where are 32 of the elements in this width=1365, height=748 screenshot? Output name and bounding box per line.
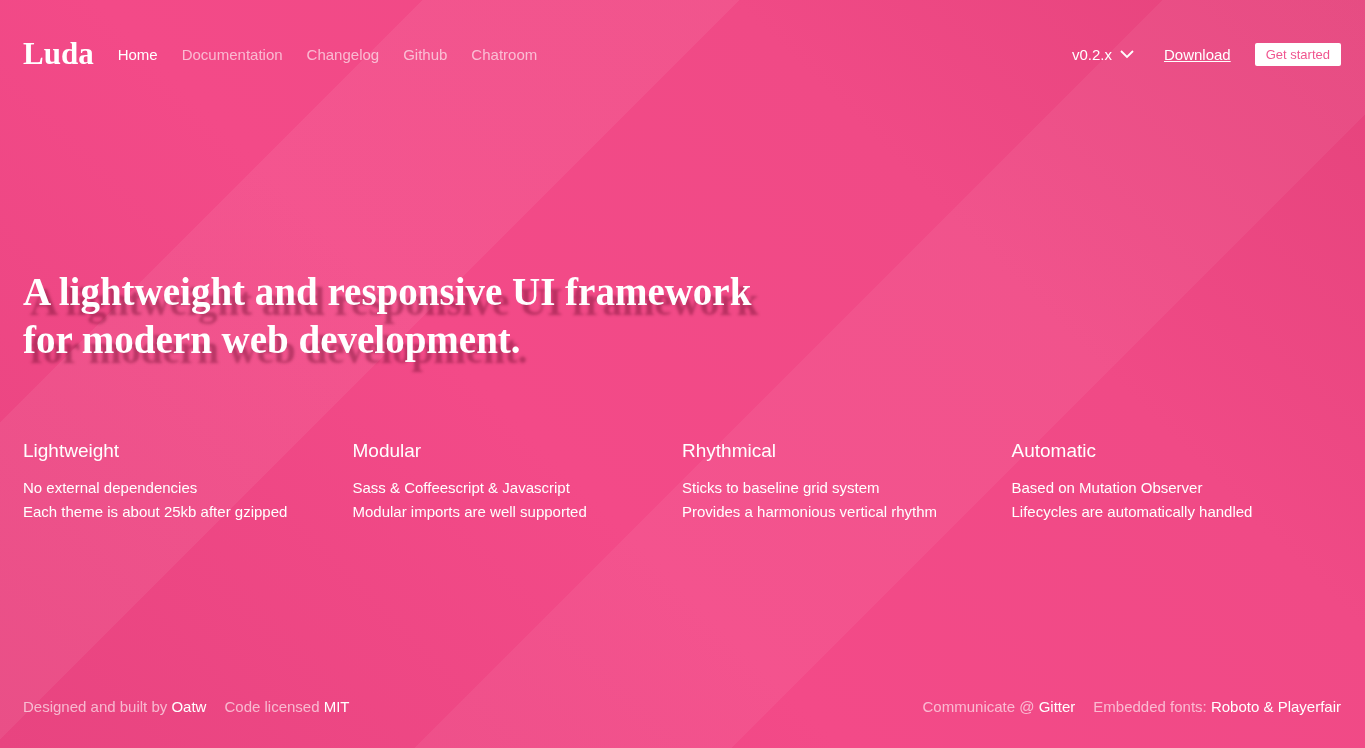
nav-link[interactable]: Documentation [181, 45, 283, 63]
version-dropdown[interactable]: v0.2.x [1071, 45, 1134, 63]
headline: A lightweight and responsive UI framework [23, 269, 753, 316]
logo[interactable]: Luda [23, 36, 94, 72]
footer-link[interactable]: Gitter [1038, 698, 1076, 715]
footer-text: Code licensed MIT [224, 698, 350, 715]
headline: for modern web development. [23, 317, 522, 364]
feature-description: Sticks to baseline grid system [682, 478, 881, 498]
feature-title: Rhythmical [682, 440, 777, 462]
feature-description: Each theme is about 25kb after gzipped [23, 502, 289, 522]
footer-link[interactable]: MIT [323, 698, 350, 715]
feature-description: Lifecycles are automatically handled [1011, 502, 1254, 522]
footer-text: Communicate @ Gitter [922, 698, 1076, 715]
footer-text: Embedded fonts: Roboto & Playerfair [1093, 698, 1341, 715]
nav-link[interactable]: Chatroom [471, 45, 538, 63]
footer-link[interactable]: Oatw [171, 698, 207, 715]
feature-description: Modular imports are well supported [352, 502, 588, 522]
feature-title: Modular [352, 440, 423, 462]
footer-link[interactable]: Roboto & Playerfair [1210, 698, 1341, 715]
feature-description: No external dependencies [23, 478, 199, 498]
feature-description: Provides a harmonious vertical rhythm [682, 502, 939, 522]
feature-title: Automatic [1011, 440, 1097, 462]
feature-description: Based on Mutation Observer [1011, 478, 1204, 498]
chevron-down-icon [1119, 49, 1134, 59]
nav-link[interactable]: Home [117, 45, 158, 63]
footer-text: Designed and built by Oatw [23, 698, 207, 715]
feature-title: Lightweight [23, 440, 121, 462]
nav-link[interactable]: Changelog [306, 45, 380, 63]
feature-description: Sass & Coffeescript & Javascript [352, 478, 571, 498]
download-link[interactable]: Download [1163, 45, 1231, 63]
get-started-button[interactable]: Get started [1254, 42, 1341, 66]
nav-link[interactable]: Github [403, 45, 448, 63]
